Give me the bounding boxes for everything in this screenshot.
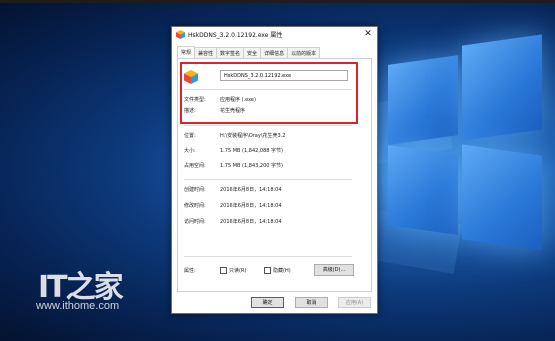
properties-dialog: HskDDNS_3.2.0.12192.exe 属性 ✕ 常规 兼容性 数字签名…	[171, 26, 378, 314]
ithome-url: www.ithome.com	[36, 300, 120, 312]
apply-button[interactable]: 应用(A)	[338, 297, 371, 308]
separator	[184, 125, 352, 126]
readonly-label: 只读(R)	[229, 268, 247, 274]
separator	[184, 89, 352, 90]
general-panel: HskDDNS_3.2.0.12192.exe 文件类型: 应用程序 (.exe…	[177, 58, 372, 292]
cancel-button[interactable]: 取消	[295, 297, 328, 308]
checkbox-box[interactable]	[264, 267, 271, 274]
windows-logo-pane	[388, 145, 458, 235]
size-value: 1.75 MB (1,842,088 字节)	[220, 148, 283, 154]
file-type-label: 文件类型:	[184, 97, 206, 103]
advanced-button[interactable]: 高级(D)...	[314, 264, 354, 276]
top-frame-bar	[0, 0, 555, 3]
windows-logo-pane	[462, 34, 542, 141]
size-on-disk-label: 占用空间:	[184, 163, 206, 169]
hidden-checkbox[interactable]: 隐藏(H)	[264, 267, 291, 274]
created-label: 创建时间:	[184, 187, 206, 193]
ok-button[interactable]: 确定	[251, 297, 284, 308]
accessed-label: 访问时间:	[184, 219, 206, 225]
created-value: 2016年6月8日，14:18:04	[220, 187, 282, 193]
modified-label: 修改时间:	[184, 203, 206, 209]
dialog-title: HskDDNS_3.2.0.12192.exe 属性	[188, 32, 283, 39]
app-icon	[176, 30, 185, 39]
readonly-checkbox[interactable]: 只读(R)	[220, 267, 246, 274]
size-label: 大小:	[184, 148, 196, 154]
checkbox-box[interactable]	[220, 267, 227, 274]
description-label: 描述:	[184, 108, 196, 114]
windows-logo-pane	[462, 144, 542, 251]
location-value: H:\安装程序\Oray\花生壳3.2	[220, 133, 286, 139]
file-name-field[interactable]: HskDDNS_3.2.0.12192.exe	[220, 70, 348, 81]
location-label: 位置:	[184, 133, 196, 139]
title-bar[interactable]: HskDDNS_3.2.0.12192.exe 属性 ✕	[172, 27, 377, 43]
close-icon[interactable]: ✕	[362, 28, 374, 40]
windows-logo-pane	[388, 55, 458, 145]
file-type-value: 应用程序 (.exe)	[220, 97, 256, 103]
modified-value: 2016年6月8日，14:18:04	[220, 203, 282, 209]
separator	[184, 179, 352, 180]
separator	[184, 256, 352, 257]
hidden-label: 隐藏(H)	[273, 268, 291, 274]
file-icon	[184, 70, 198, 84]
description-value: 花生壳程序	[220, 108, 246, 114]
tab-strip: 常规 兼容性 数字签名 安全 详细信息 以前的版本	[177, 46, 321, 59]
size-on-disk-value: 1.75 MB (1,843,200 字节)	[220, 163, 283, 169]
accessed-value: 2016年6月8日，14:18:04	[220, 219, 282, 225]
attributes-label: 属性:	[184, 268, 196, 274]
